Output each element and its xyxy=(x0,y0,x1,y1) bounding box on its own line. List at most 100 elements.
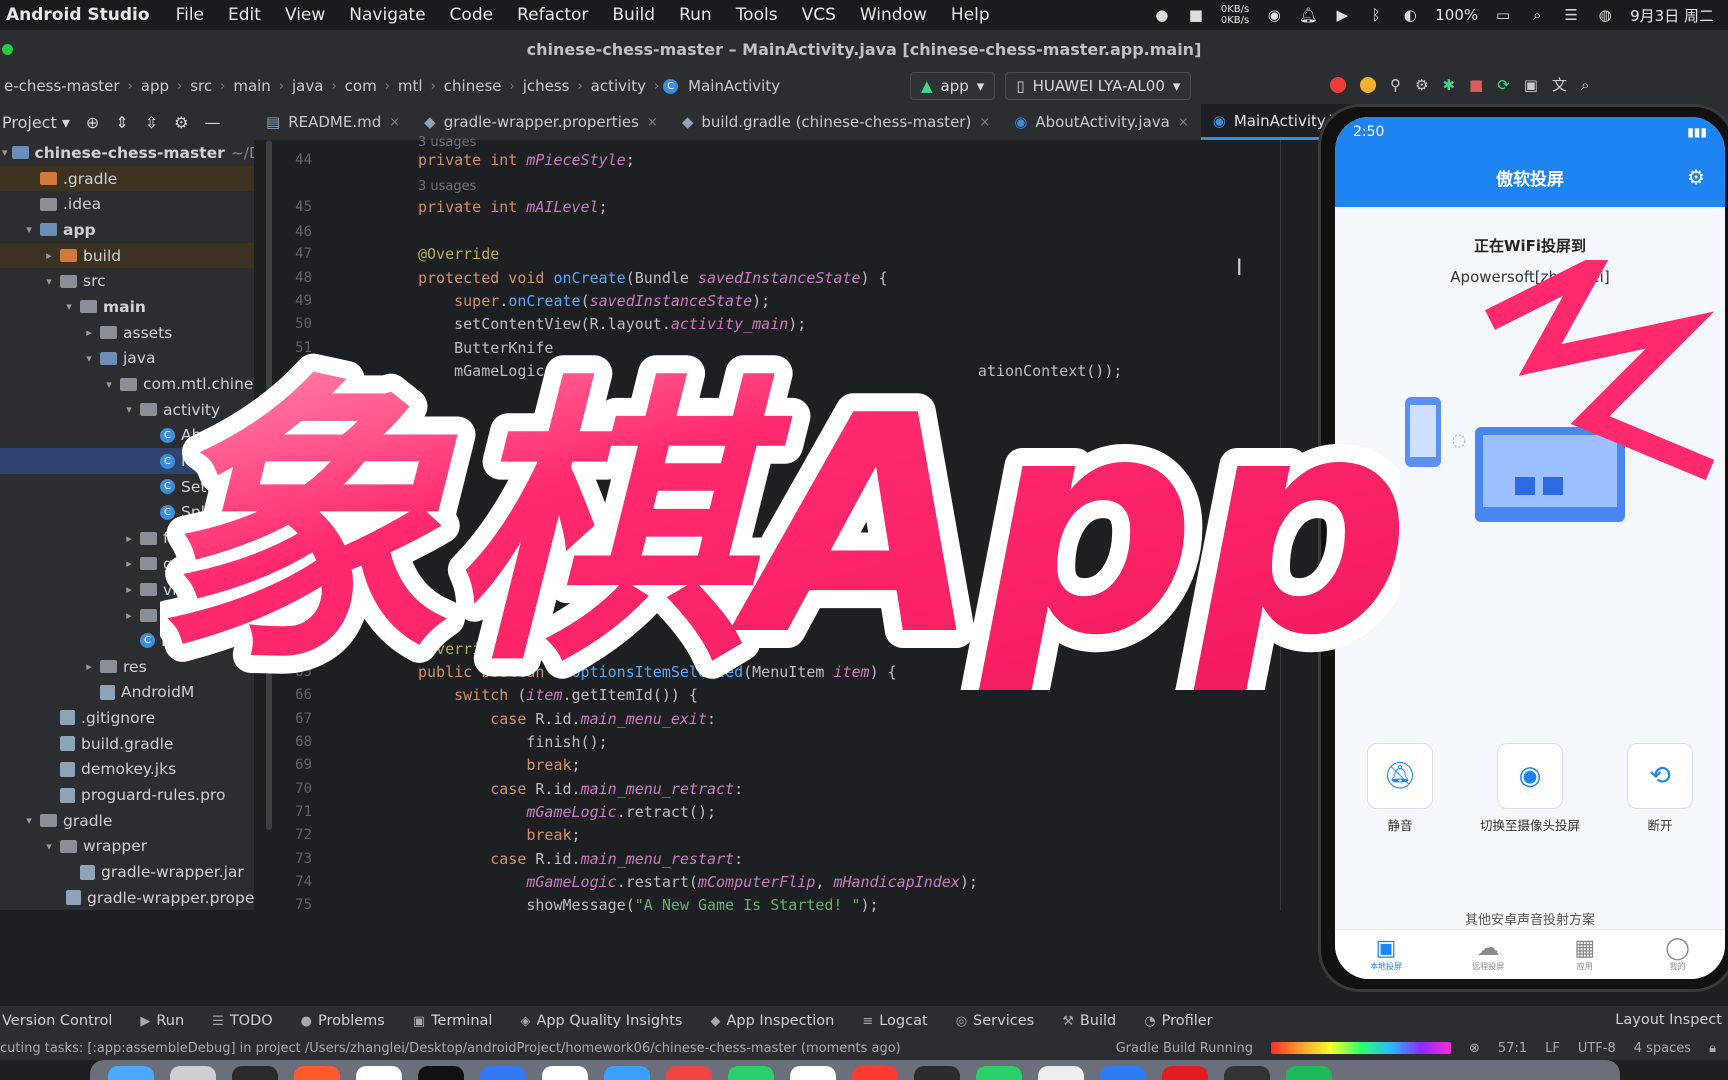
caret-position[interactable]: 57:1 xyxy=(1498,1041,1527,1056)
toolwindow-version-control[interactable]: Version Control xyxy=(2,1013,112,1029)
phone-nav-remote-cast[interactable]: ☁ 远程投屏 xyxy=(1472,937,1504,972)
toolwindow-profiler[interactable]: ◔ Profiler xyxy=(1144,1013,1212,1029)
chevron-down-icon[interactable]: ▾ xyxy=(82,352,96,365)
gear-icon[interactable]: ⚙ xyxy=(1687,165,1705,189)
dock-app-icon[interactable] xyxy=(418,1066,464,1080)
chevron-down-icon[interactable]: ▾ xyxy=(42,275,56,288)
phone-camera-button[interactable]: ◉ 切换至摄像头投屏 xyxy=(1480,743,1580,833)
close-icon[interactable] xyxy=(1330,76,1346,93)
dock-app-icon[interactable] xyxy=(1286,1066,1332,1080)
close-icon[interactable]: × xyxy=(647,115,658,130)
tree-item[interactable]: .gradle xyxy=(0,165,254,192)
app-menu-name[interactable]: Android Studio xyxy=(0,5,164,25)
dock-app-icon[interactable] xyxy=(604,1066,650,1080)
breadcrumb-item[interactable]: mtl xyxy=(394,77,427,95)
chevron-right-icon[interactable]: ▸ xyxy=(82,660,96,673)
dock-app-icon[interactable] xyxy=(976,1066,1022,1080)
other-solution-link[interactable]: 其他安卓声音投射方案 xyxy=(1335,909,1725,928)
chevron-right-icon[interactable]: ▸ xyxy=(42,249,56,262)
stop-icon[interactable]: ■ xyxy=(1469,76,1483,94)
breadcrumb-item[interactable]: chinese xyxy=(440,77,506,95)
chevron-down-icon[interactable]: ▾ xyxy=(62,300,76,313)
breadcrumb-item[interactable]: jchess xyxy=(519,77,574,95)
menu-item-view[interactable]: View xyxy=(273,5,337,25)
menu-item-run[interactable]: Run xyxy=(667,5,724,25)
dock-app-icon[interactable] xyxy=(480,1066,526,1080)
device-select[interactable]: ▯ HUAWEI LYA-AL00 ▾ xyxy=(1005,72,1192,100)
battery-icon[interactable]: ▭ xyxy=(1494,6,1512,24)
hide-icon[interactable]: — xyxy=(204,113,220,132)
locate-icon[interactable]: ⊕ xyxy=(86,113,99,132)
menu-item-help[interactable]: Help xyxy=(939,5,1002,25)
search-icon[interactable]: ⌕ xyxy=(1581,76,1589,94)
dock-app-icon[interactable] xyxy=(542,1066,588,1080)
dock-app-icon[interactable] xyxy=(108,1066,154,1080)
vpn-icon[interactable]: ◐ xyxy=(1401,6,1419,24)
search-icon[interactable]: ⌕ xyxy=(1528,6,1546,24)
expand-all-icon[interactable]: ⇕ xyxy=(115,113,128,132)
tree-item[interactable]: .idea xyxy=(0,191,254,217)
file-encoding[interactable]: UTF-8 xyxy=(1578,1041,1616,1056)
collapse-all-icon[interactable]: ⇳ xyxy=(145,113,158,132)
cancel-icon[interactable]: ⊗ xyxy=(1469,1041,1480,1056)
tree-item[interactable]: ▸ build xyxy=(0,242,254,269)
menu-item-vcs[interactable]: VCS xyxy=(790,5,848,25)
menu-item-navigate[interactable]: Navigate xyxy=(337,5,437,25)
chevron-right-icon[interactable]: ▸ xyxy=(122,532,136,545)
dock-app-icon[interactable] xyxy=(1224,1066,1270,1080)
toolwindow-app-quality-insights[interactable]: ◈ App Quality Insights xyxy=(520,1013,682,1029)
toolwindow-terminal[interactable]: ▣ Terminal xyxy=(413,1013,493,1029)
dock-app-icon[interactable] xyxy=(790,1066,836,1080)
chevron-right-icon[interactable]: ▸ xyxy=(122,609,136,622)
device-manager-icon[interactable]: ▣ xyxy=(1524,76,1538,94)
wechat-icon[interactable]: ◉ xyxy=(1265,6,1283,24)
chevron-right-icon[interactable]: ▸ xyxy=(82,326,96,339)
breadcrumb-item[interactable]: src xyxy=(186,77,216,95)
menu-item-refactor[interactable]: Refactor xyxy=(505,5,600,25)
close-icon[interactable]: × xyxy=(979,115,990,130)
bug-icon[interactable]: ✱ xyxy=(1442,76,1455,94)
gear-icon[interactable]: ⚙ xyxy=(174,113,188,132)
dock-app-icon[interactable] xyxy=(170,1066,216,1080)
tree-item[interactable]: ▾ wrapper xyxy=(0,834,254,860)
indent-setting[interactable]: 4 spaces xyxy=(1634,1041,1691,1056)
dock-app-icon[interactable] xyxy=(852,1066,898,1080)
play-icon[interactable]: ▶ xyxy=(1333,6,1351,24)
chevron-down-icon[interactable]: ▾ xyxy=(102,378,116,391)
toolwindow-build[interactable]: ⚒ Build xyxy=(1062,1013,1116,1029)
chevron-right-icon[interactable]: ▸ xyxy=(122,557,136,570)
tree-item[interactable]: gradle-wrapper.properti xyxy=(0,885,254,910)
line-separator[interactable]: LF xyxy=(1545,1041,1560,1056)
phone-nav-profile[interactable]: ◯ 我的 xyxy=(1665,937,1690,972)
dock-app-icon[interactable] xyxy=(1038,1066,1084,1080)
chevron-right-icon[interactable]: ▸ xyxy=(122,583,136,596)
tree-item[interactable]: ▾ src xyxy=(0,268,254,294)
dock-app-icon[interactable] xyxy=(294,1066,340,1080)
menu-item-build[interactable]: Build xyxy=(600,5,667,25)
translate-icon[interactable]: 文 xyxy=(1552,74,1567,95)
lock-icon[interactable]: 🔒︎ xyxy=(1709,1041,1716,1056)
toolwindow-problems[interactable]: ● Problems xyxy=(301,1013,385,1029)
chevron-down-icon[interactable]: ▾ xyxy=(122,403,136,416)
sync-icon[interactable]: ⟳ xyxy=(1497,76,1510,94)
gradle-status[interactable]: Gradle Build Running xyxy=(1116,1041,1253,1056)
menubar-date[interactable]: 9月3日 周二 xyxy=(1630,5,1714,26)
dock-app-icon[interactable] xyxy=(1162,1066,1208,1080)
chevron-down-icon[interactable]: ▾ xyxy=(22,223,36,236)
breadcrumb-item[interactable]: java xyxy=(288,77,327,95)
toolwindow-run[interactable]: ▶ Run xyxy=(140,1013,184,1029)
dock-app-icon[interactable] xyxy=(914,1066,960,1080)
menu-item-tools[interactable]: Tools xyxy=(724,5,790,25)
dock-app-icon[interactable] xyxy=(232,1066,278,1080)
dock-app-icon[interactable] xyxy=(356,1066,402,1080)
menu-item-edit[interactable]: Edit xyxy=(216,5,273,25)
layout-inspector-button[interactable]: Layout Inspect xyxy=(1615,1012,1722,1028)
dock-app-icon[interactable] xyxy=(666,1066,712,1080)
chevron-down-icon[interactable]: ▾ xyxy=(2,146,8,159)
breadcrumb-item[interactable]: app xyxy=(137,77,173,95)
tree-item[interactable]: demokey.jks xyxy=(0,757,254,783)
bluetooth-icon[interactable]: ᛒ xyxy=(1367,6,1385,24)
menu-item-window[interactable]: Window xyxy=(848,5,939,25)
siri-icon[interactable]: ◍ xyxy=(1596,6,1614,24)
pin-icon[interactable]: ⚲ xyxy=(1390,76,1401,94)
